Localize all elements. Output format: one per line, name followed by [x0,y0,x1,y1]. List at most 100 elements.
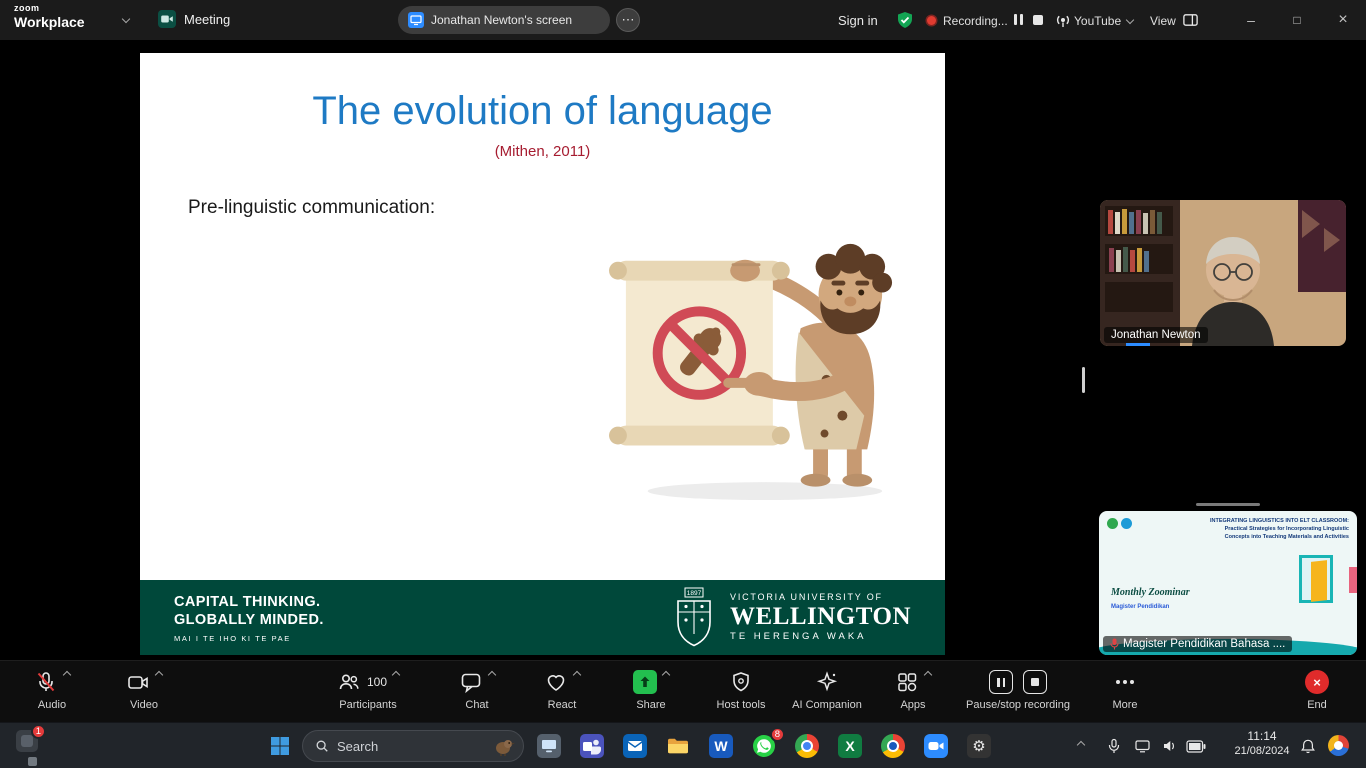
tray-microphone-icon[interactable] [1106,738,1122,754]
tray-clock[interactable]: 11:14 21/08/2024 [1228,730,1296,757]
close-button[interactable]: × [1322,0,1364,40]
shared-screen-pill[interactable]: Jonathan Newton's screen [398,6,610,34]
heart-react-icon [544,670,568,694]
share-options-chevron-icon[interactable] [662,671,670,679]
maximize-button[interactable]: □ [1276,0,1318,40]
audio-options-chevron-icon[interactable] [63,671,71,679]
tagline-line1: CAPITAL THINKING. [174,593,324,611]
speaker-video-frame [1100,200,1346,346]
taskbar-icon-folder[interactable] [665,733,691,759]
participant-name-label: Magister Pendidikan Bahasa .... [1103,636,1292,652]
slide-body-text: Pre-linguistic communication: [188,197,435,219]
taskbar-icon-chrome-2[interactable] [880,733,906,759]
security-shield-icon[interactable] [896,11,914,29]
pause-recording-button[interactable] [1014,14,1023,25]
youtube-dropdown-chevron-icon[interactable] [1126,16,1134,24]
host-tools-shield-icon [729,670,753,694]
youtube-live-label[interactable]: YouTube [1074,14,1121,28]
taskbar-search[interactable] [302,730,524,762]
chat-options-chevron-icon[interactable] [488,671,496,679]
taskbar-mini-icon[interactable] [28,757,37,766]
video-options-chevron-icon[interactable] [155,671,163,679]
minimize-icon: – [1247,12,1255,28]
caveman-illustration [595,221,915,509]
gear-icon: ⚙ [972,737,985,755]
tray-show-hidden-chevron-icon[interactable] [1077,741,1085,749]
poster-ribbon [1349,567,1357,593]
start-button[interactable] [264,730,296,762]
taskbar-icon-chrome[interactable] [794,733,820,759]
zoom-logo-text: zoom [14,4,85,13]
participants-count: 100 [367,670,387,694]
taskbar-icon-settings[interactable]: ⚙ [966,733,992,759]
live-stream-icon [1054,11,1072,29]
taskbar-corner-app-icon[interactable]: 1 [16,730,38,752]
share-screen-icon [633,670,657,694]
workspace-dropdown-chevron-icon[interactable] [122,15,130,23]
taskbar-icon-whatsapp[interactable]: 8 [751,733,777,759]
pause-recording-button[interactable] [989,670,1013,694]
tray-app-icon[interactable] [1328,735,1349,756]
apps-options-chevron-icon[interactable] [924,671,932,679]
search-input[interactable] [337,739,485,754]
poster-script-title: Monthly Zoominar [1111,587,1190,598]
tray-display-icon[interactable] [1134,738,1151,754]
more-button[interactable]: More [1080,670,1170,711]
tray-notification-bell-icon[interactable] [1300,738,1316,755]
close-icon: × [1338,11,1347,29]
taskbar-icon-zoom[interactable] [923,733,949,759]
view-menu-label[interactable]: View [1150,14,1176,28]
zoom-workplace-logo[interactable]: zoom Workplace [14,4,85,29]
muted-mic-icon [1110,638,1119,650]
maximize-icon: □ [1293,13,1300,27]
stop-recording-button[interactable] [1023,670,1047,694]
participant-video-magister[interactable]: INTEGRATING LINGUISTICS INTO ELT CLASSRO… [1099,511,1357,655]
react-button[interactable]: React [517,670,607,711]
taskbar-app-icons: W 8 X ⚙ [536,733,992,759]
participants-options-chevron-icon[interactable] [392,671,400,679]
panel-resize-handle[interactable] [1196,503,1260,506]
host-tools-button[interactable]: Host tools [696,670,786,711]
participants-button[interactable]: 100 Participants [313,670,423,711]
participant-name-label: Jonathan Newton [1104,327,1208,343]
tray-time: 11:14 [1228,730,1296,742]
taskbar-icon-word[interactable]: W [708,733,734,759]
minimize-button[interactable]: – [1230,0,1272,40]
share-button[interactable]: Share [606,670,696,711]
taskbar-icon-teams[interactable] [579,733,605,759]
tab-meeting[interactable]: Meeting [158,10,230,28]
share-options-button[interactable]: ⋯ [616,8,640,32]
taskbar-icon-excel[interactable]: X [837,733,863,759]
panel-scrollbar-thumb[interactable] [1082,367,1085,393]
end-call-icon: × [1305,670,1329,694]
university-logo: 1897 VICTORIA UNIVERSITY OF WELLINGTON T… [671,587,911,649]
meeting-toolbar: Audio Video 100 Participants Chat [0,660,1366,722]
more-ellipsis-icon [1116,670,1134,694]
titlebar: zoom Workplace Meeting Jonathan Newton's… [0,0,1366,40]
participant-video-jonathan[interactable]: Jonathan Newton [1100,200,1346,346]
view-layout-icon[interactable] [1182,12,1199,29]
shared-slide: The evolution of language (Mithen, 2011)… [140,53,945,655]
end-meeting-button[interactable]: × End [1277,670,1357,711]
participants-icon [337,670,361,694]
sign-in-link[interactable]: Sign in [838,13,878,28]
poster-logo-blue-icon [1121,518,1132,529]
audio-button[interactable]: Audio [7,670,97,711]
meeting-tab-label: Meeting [184,12,230,27]
recording-controls[interactable]: Pause/stop recording [943,670,1093,711]
react-options-chevron-icon[interactable] [573,671,581,679]
stop-recording-button[interactable] [1033,15,1043,25]
ai-companion-button[interactable]: AI Companion [777,670,877,711]
tray-speaker-icon[interactable] [1162,738,1177,754]
ai-sparkle-icon [815,670,839,694]
video-button[interactable]: Video [99,670,189,711]
taskbar-icon-mail[interactable] [622,733,648,759]
workplace-logo-text: Workplace [14,15,85,29]
slide-title: The evolution of language [140,89,945,134]
tagline-line2: GLOBALLY MINDED. [174,611,324,629]
tray-battery-icon[interactable] [1186,740,1206,753]
chat-button[interactable]: Chat [432,670,522,711]
meeting-tab-icon [158,10,176,28]
taskbar-icon-pc[interactable] [536,733,562,759]
active-speaker-indicator [1126,343,1150,346]
